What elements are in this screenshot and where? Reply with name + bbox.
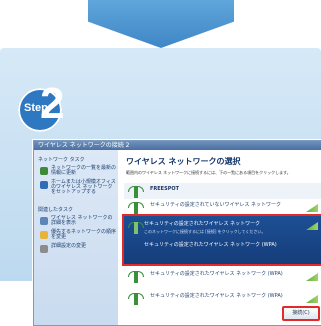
network-item[interactable]: セキュリティの設定されたワイヤレス ネットワーク (WPA) (124, 268, 321, 284)
antenna-icon (128, 293, 144, 305)
star-icon (40, 231, 48, 239)
signal-strength-icon (306, 295, 318, 303)
network-name: FREESPOT (150, 186, 180, 192)
network-name: セキュリティの設定されていないワイヤレス ネットワーク (150, 202, 281, 208)
sidebar-heading-related: 関連したタスク (38, 207, 74, 213)
signal-strength-icon (306, 222, 318, 230)
step-number: 2 (40, 79, 65, 128)
selected-network-detail: このネットワークに接続するには [接続] をクリックしてください。 (144, 229, 266, 234)
network-item-freespot[interactable]: FREESPOT (124, 183, 321, 199)
down-arrow-graphic (88, 0, 234, 48)
sidebar-heading-tasks: ネットワーク タスク (38, 157, 85, 163)
sidebar: ネットワーク タスク ネットワークの一覧を最新の情報に更新 ホームまたは小規模オ… (34, 150, 119, 325)
network-name: セキュリティの設定されたワイヤレス ネットワーク (WPA) (150, 271, 283, 277)
sidebar-item-advanced[interactable]: 詳細設定の変更 (40, 244, 116, 254)
page-description: 範囲内のワイヤレス ネットワークに接続するには、下の一覧にある項目をクリックしま… (126, 170, 291, 175)
sidebar-item-label: ワイヤレス ネットワークの詳細を表示 (51, 215, 113, 226)
network-item[interactable]: セキュリティの設定されていないワイヤレス ネットワーク (124, 199, 321, 215)
sidebar-item-label: ホームまたは小規模オフィスのワイヤレス ネットワークをセットアップする (51, 179, 116, 195)
signal-strength-icon (306, 273, 318, 281)
gear-icon (40, 245, 48, 253)
selected-network-item[interactable]: セキュリティの設定されたワイヤレス ネットワーク このネットワークに接続するには… (122, 214, 321, 266)
wireless-network-window: ワイヤレス ネットワークの接続 2 ネットワーク タスク ネットワークの一覧を最… (33, 140, 321, 326)
page-title: ワイヤレス ネットワークの選択 (126, 157, 241, 166)
selected-network-security: セキュリティの設定されたワイヤレス ネットワーク (WPA) (144, 242, 277, 248)
antenna-icon (128, 271, 144, 283)
connect-button[interactable]: 接続(C) (282, 306, 320, 321)
sidebar-item-order[interactable]: 優先するネットワークの順序を変更 (40, 230, 116, 240)
network-list-pane: ワイヤレス ネットワークの選択 範囲内のワイヤレス ネットワークに接続するには、… (118, 150, 321, 325)
refresh-icon (40, 167, 48, 175)
antenna-icon (128, 186, 144, 198)
network-name: セキュリティの設定されたワイヤレス ネットワーク (WPA) (150, 293, 283, 299)
signal-strength-icon (306, 204, 318, 212)
sidebar-item-details[interactable]: ワイヤレス ネットワークの詳細を表示 (40, 216, 116, 226)
sidebar-item-label: 詳細設定の変更 (51, 243, 87, 249)
step-badge: Step 2 (18, 82, 76, 132)
window-title: ワイヤレス ネットワークの接続 2 (38, 142, 130, 149)
sidebar-item-label: ネットワークの一覧を最新の情報に更新 (51, 165, 117, 176)
antenna-icon (128, 222, 144, 234)
antenna-icon (128, 202, 144, 214)
step-panel: Step 2 ワイヤレス ネットワークの接続 2 ネットワーク タスク ネットワ… (0, 48, 321, 326)
window-titlebar[interactable]: ワイヤレス ネットワークの接続 2 (34, 141, 321, 150)
sidebar-item-label: 優先するネットワークの順序を変更 (51, 229, 117, 240)
network-setup-icon (40, 181, 48, 189)
network-item[interactable]: セキュリティの設定されたワイヤレス ネットワーク (WPA) (124, 290, 321, 306)
info-icon (40, 217, 48, 225)
selected-network-name: セキュリティの設定されたワイヤレス ネットワーク (144, 221, 261, 227)
sidebar-item-setup[interactable]: ホームまたは小規模オフィスのワイヤレス ネットワークをセットアップする (40, 180, 116, 195)
sidebar-item-refresh[interactable]: ネットワークの一覧を最新の情報に更新 (40, 166, 116, 176)
